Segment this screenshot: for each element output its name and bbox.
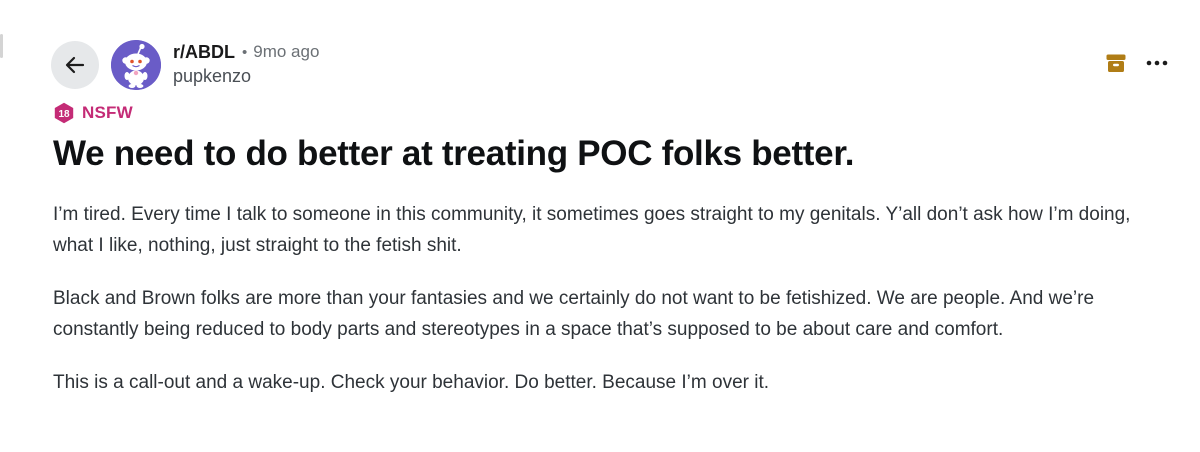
post-timestamp: 9mo ago xyxy=(253,42,320,61)
snoo-avatar-icon xyxy=(111,40,161,90)
post-meta: r/ABDL • 9mo ago xyxy=(173,40,319,64)
meta-separator: • xyxy=(242,43,248,61)
nsfw-tag: 18 NSFW xyxy=(53,102,133,124)
more-options-button[interactable] xyxy=(1140,47,1174,79)
subreddit-link[interactable]: r/ABDL xyxy=(173,42,235,63)
back-button[interactable] xyxy=(51,41,99,89)
post-paragraph: Black and Brown folks are more than your… xyxy=(53,288,1095,340)
post-body: I’m tired. Every time I talk to someone … xyxy=(53,199,1173,420)
post-paragraph: This is a call-out and a wake-up. Check … xyxy=(53,372,770,393)
nsfw-label: NSFW xyxy=(82,103,133,122)
post-title: We need to do better at treating POC fol… xyxy=(53,134,855,173)
author-link[interactable]: pupkenzo xyxy=(173,66,251,87)
nsfw-18-icon: 18 xyxy=(54,102,74,124)
nsfw-badge-number: 18 xyxy=(58,109,70,120)
archive-icon xyxy=(1105,52,1127,74)
scroll-edge-indicator xyxy=(0,34,3,58)
post-paragraph: I’m tired. Every time I talk to someone … xyxy=(53,204,1131,256)
post-page: r/ABDL • 9mo ago pupkenzo 18 NSFW We nee… xyxy=(0,0,1200,452)
arrow-left-icon xyxy=(65,56,85,74)
avatar[interactable] xyxy=(111,40,161,90)
more-horizontal-icon xyxy=(1146,60,1168,66)
